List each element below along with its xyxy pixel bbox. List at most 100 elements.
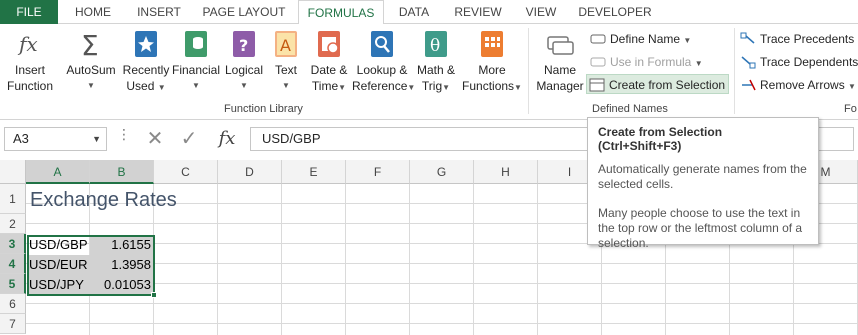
insert-function-icon[interactable]: fx: [212, 127, 242, 151]
name-manager-label-1: Name: [543, 63, 576, 77]
logical-book-icon: ?: [233, 31, 255, 57]
row-header[interactable]: 4: [0, 254, 26, 274]
more-functions-button[interactable]: More Functions▼: [460, 28, 524, 102]
column-header[interactable]: D: [218, 160, 282, 184]
name-box-value: A3: [13, 131, 29, 146]
formula-auditing-group-label: Fo: [844, 103, 857, 115]
column-header[interactable]: F: [346, 160, 410, 184]
recently-used-label-1: Recently: [122, 63, 170, 77]
chevron-down-icon[interactable]: ▼: [92, 128, 101, 150]
lookup-label-2: Reference: [352, 79, 408, 93]
use-in-formula-label: Use in Formula: [610, 55, 692, 69]
remove-arrows-label: Remove Arrows: [760, 78, 845, 92]
name-tag-icon: [547, 36, 574, 55]
autosum-button[interactable]: Σ AutoSum ▼: [62, 28, 120, 102]
tab-view[interactable]: VIEW: [516, 0, 566, 24]
row-header[interactable]: 7: [0, 314, 26, 334]
tab-home[interactable]: HOME: [64, 0, 122, 24]
column-header[interactable]: H: [474, 160, 538, 184]
column-header[interactable]: E: [282, 160, 346, 184]
lookup-book-icon: [371, 31, 393, 57]
chevron-down-icon: ▼: [514, 83, 522, 92]
create-from-selection-icon: [589, 78, 605, 92]
sheet-title-cell[interactable]: Exchange Rates: [28, 185, 278, 215]
text-button[interactable]: A Text ▼: [268, 28, 304, 102]
text-label: Text: [274, 63, 297, 77]
define-name-button[interactable]: Define Name ▼: [588, 29, 691, 49]
name-manager-button[interactable]: Name Manager: [534, 28, 586, 102]
define-name-label: Define Name: [610, 32, 681, 46]
defined-names-group-label: Defined Names: [592, 103, 668, 115]
tab-formulas[interactable]: FORMULAS: [298, 0, 384, 25]
svg-text:?: ?: [239, 36, 248, 55]
row-header[interactable]: 2: [0, 214, 26, 234]
column-header[interactable]: C: [154, 160, 218, 184]
insert-function-button[interactable]: fx Insert Function: [4, 28, 56, 102]
logical-button[interactable]: ? Logical ▼: [222, 28, 266, 102]
lookup-label-1: Lookup &: [356, 63, 408, 77]
tab-page-layout[interactable]: PAGE LAYOUT: [196, 0, 292, 24]
more-functions-label-1: More: [478, 63, 506, 77]
lookup-reference-button[interactable]: Lookup & Reference▼: [352, 28, 415, 102]
fill-handle[interactable]: [151, 292, 157, 298]
recently-used-label-row: Used ▼: [122, 78, 170, 96]
create-from-selection-button[interactable]: Create from Selection: [586, 74, 729, 94]
math-book-icon: θ: [425, 31, 447, 57]
row-header[interactable]: 6: [0, 294, 26, 314]
recently-used-button[interactable]: Recently Used ▼: [122, 28, 170, 102]
tab-developer[interactable]: DEVELOPER: [572, 0, 658, 24]
fx-icon: fx: [17, 32, 38, 56]
tab-insert[interactable]: INSERT: [128, 0, 190, 24]
chevron-down-icon: ▼: [694, 59, 703, 68]
tooltip-title: Create from Selection (Ctrl+Shift+F3): [598, 125, 723, 153]
column-header[interactable]: A: [26, 160, 90, 184]
svg-text:fx: fx: [17, 32, 38, 56]
enter-check-icon[interactable]: ✓: [176, 127, 202, 151]
row-header[interactable]: 1: [0, 184, 26, 214]
trace-precedents-button[interactable]: Trace Precedents: [738, 29, 854, 49]
insert-function-label-2: Function: [6, 79, 54, 93]
cancel-icon[interactable]: ✕: [142, 127, 168, 151]
column-header[interactable]: B: [90, 160, 154, 184]
logical-label: Logical: [224, 63, 264, 77]
name-manager-label-2: Manager: [536, 79, 584, 93]
name-box[interactable]: A3 ▼: [4, 127, 107, 151]
financial-label: Financial: [172, 63, 221, 77]
create-from-selection-label: Create from Selection: [609, 78, 726, 92]
tag-icon: [590, 34, 606, 44]
date-time-button[interactable]: Date & Time▼: [306, 28, 352, 102]
tooltip-description: Automatically generate names from the se…: [598, 162, 807, 191]
formula-tag-icon: [590, 57, 606, 67]
chevron-down-icon: ▼: [87, 81, 95, 90]
chevron-down-icon: ▼: [442, 83, 451, 92]
svg-text:θ: θ: [430, 36, 440, 56]
chevron-down-icon: ▼: [848, 82, 856, 91]
row-header[interactable]: 3: [0, 234, 26, 254]
column-header[interactable]: G: [410, 160, 474, 184]
drag-handle-icon[interactable]: ⋮: [117, 127, 131, 141]
tab-file[interactable]: FILE: [0, 0, 58, 24]
date-time-label-2: Time: [311, 79, 339, 93]
star-book-icon: [135, 31, 157, 57]
use-in-formula-button[interactable]: Use in Formula ▼: [588, 52, 703, 72]
math-label-2: Trig: [421, 79, 443, 93]
select-all-corner[interactable]: [0, 160, 26, 184]
ribbon-formulas: fx Insert Function Σ AutoSum ▼ Recently …: [0, 24, 858, 120]
more-functions-book-icon: [481, 31, 503, 57]
math-trig-button[interactable]: θ Math & Trig▼: [414, 28, 458, 102]
math-label-row: Trig▼: [414, 78, 458, 96]
ribbon-tab-bar: FILE HOME INSERT PAGE LAYOUT FORMULAS DA…: [0, 0, 858, 25]
group-divider: [734, 28, 735, 114]
trace-dependents-icon: [741, 56, 756, 69]
date-time-label-row: Time▼: [306, 78, 352, 96]
trace-dependents-button[interactable]: Trace Dependents: [738, 52, 858, 72]
financial-button[interactable]: Financial ▼: [172, 28, 220, 102]
row-header[interactable]: 5: [0, 274, 26, 294]
tooltip-hint: Many people choose to use the text in th…: [598, 206, 803, 250]
tab-review[interactable]: REVIEW: [446, 0, 510, 24]
remove-arrows-button[interactable]: Remove Arrows ▼: [738, 75, 856, 95]
tab-data[interactable]: DATA: [388, 0, 440, 24]
math-label-1: Math &: [416, 63, 455, 77]
calendar-book-icon: [318, 31, 340, 57]
more-functions-label-2: Functions: [462, 79, 515, 93]
